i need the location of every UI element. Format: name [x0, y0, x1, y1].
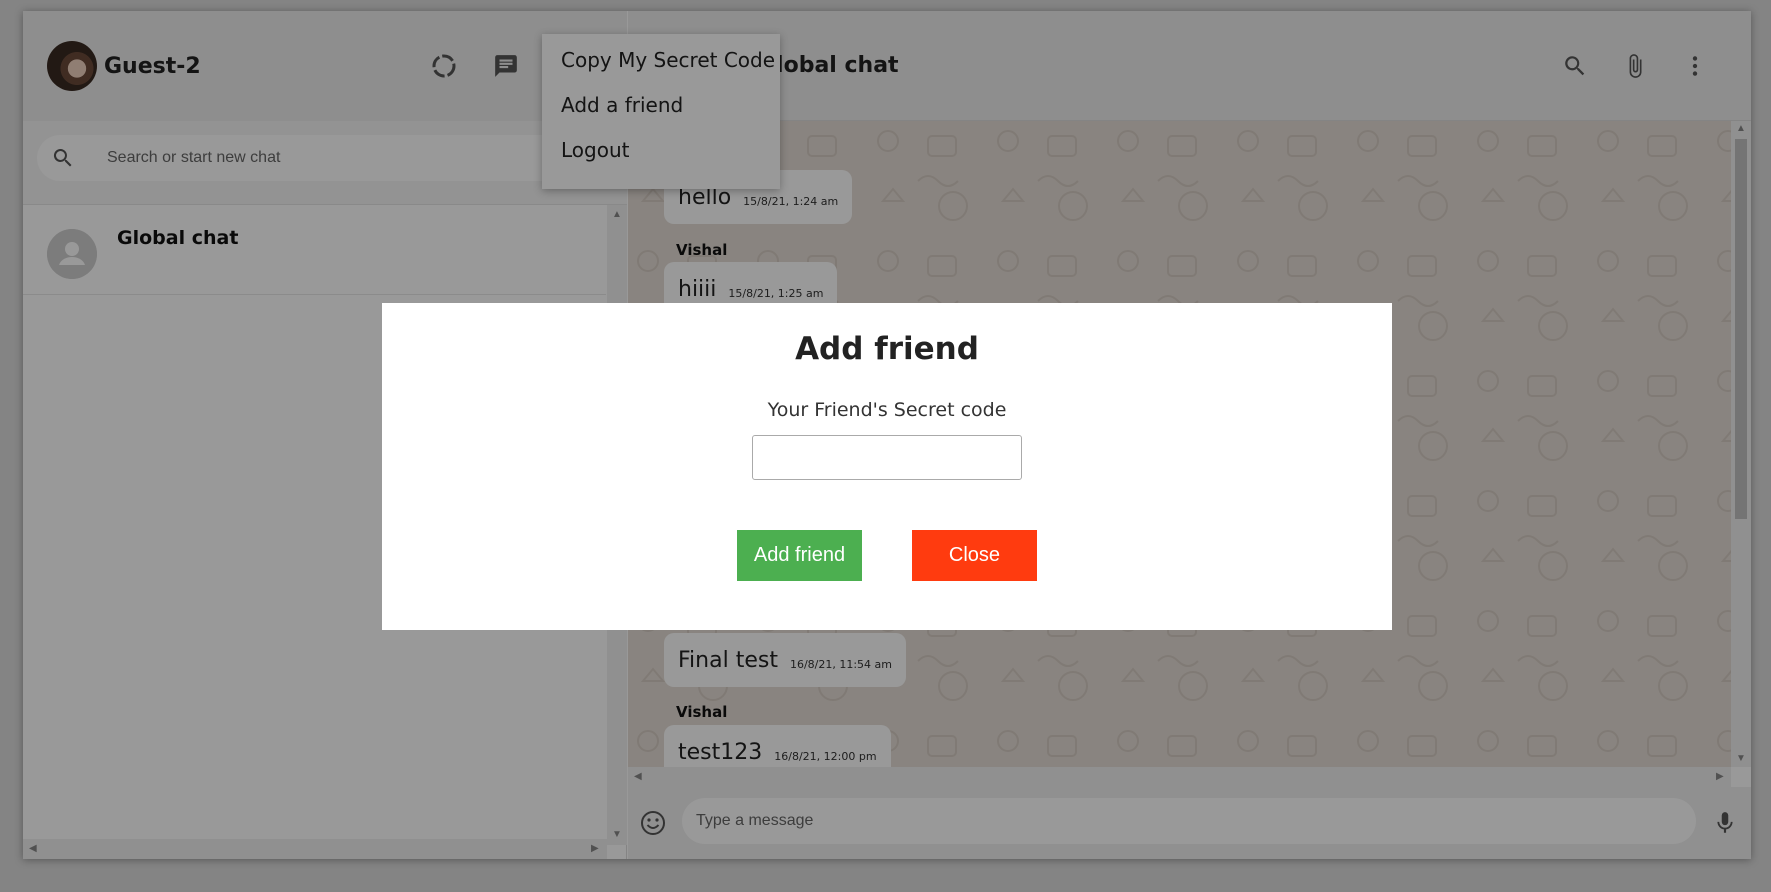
secret-code-label: Your Friend's Secret code	[767, 399, 1007, 421]
dialog-title: Add friend	[795, 331, 979, 367]
options-menu: Copy My Secret Code Add a friend Logout	[542, 34, 780, 189]
add-friend-button[interactable]: Add friend	[737, 530, 862, 581]
close-button[interactable]: Close	[912, 530, 1037, 581]
secret-code-input[interactable]	[752, 435, 1022, 480]
menu-dim-overlay	[542, 34, 780, 189]
add-friend-dialog: Add friend Your Friend's Secret code Add…	[382, 303, 1392, 630]
